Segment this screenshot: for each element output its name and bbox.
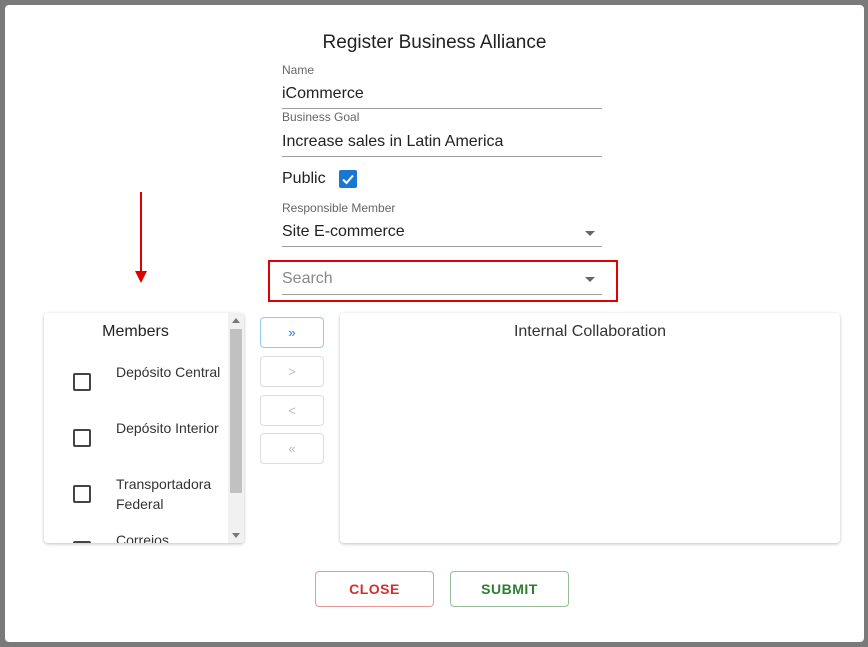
scroll-up-icon[interactable] <box>232 318 240 323</box>
annotation-arrow-head <box>135 271 147 283</box>
business-goal-value[interactable]: Increase sales in Latin America <box>282 133 503 151</box>
move-left-button[interactable]: < <box>260 395 324 426</box>
members-title: Members <box>102 323 169 340</box>
internal-collaboration-panel: Internal Collaboration <box>340 313 840 543</box>
list-item[interactable]: Correios <box>44 530 227 543</box>
chevron-down-icon[interactable] <box>585 231 595 236</box>
register-alliance-dialog: Register Business Alliance Name iCommerc… <box>5 5 864 642</box>
check-icon <box>342 174 354 185</box>
member-label: Correios <box>116 532 169 543</box>
scroll-down-icon[interactable] <box>232 533 240 538</box>
list-item[interactable]: Transportadora Federal <box>44 474 227 530</box>
member-checkbox[interactable] <box>73 373 91 391</box>
responsible-member-select[interactable]: Responsible Member Site E-commerce <box>282 199 602 249</box>
list-item[interactable]: Depósito Interior <box>44 418 227 474</box>
members-scrollbar[interactable] <box>228 313 244 543</box>
name-field[interactable]: Name iCommerce <box>282 61 602 111</box>
member-label: Depósito Interior <box>116 420 219 436</box>
responsible-member-label: Responsible Member <box>282 201 396 215</box>
member-checkbox[interactable] <box>73 429 91 447</box>
name-underline <box>282 108 602 109</box>
list-item[interactable]: Depósito Central <box>44 362 227 418</box>
internal-collaboration-title: Internal Collaboration <box>513 323 667 340</box>
public-toggle[interactable]: Public <box>282 167 602 193</box>
member-checkbox[interactable] <box>73 485 91 503</box>
move-right-button[interactable]: > <box>260 356 324 387</box>
close-button[interactable]: CLOSE <box>315 571 434 607</box>
submit-button[interactable]: SUBMIT <box>450 571 569 607</box>
annotation-highlight-box <box>268 260 618 302</box>
dialog-title: Register Business Alliance <box>322 32 547 53</box>
responsible-member-value: Site E-commerce <box>282 223 405 240</box>
move-all-right-button[interactable]: » <box>260 317 324 348</box>
name-label: Name <box>282 63 315 77</box>
annotation-arrow-line <box>140 192 142 272</box>
scroll-thumb[interactable] <box>230 329 242 493</box>
business-goal-underline <box>282 156 602 157</box>
member-label: Depósito Central <box>116 364 221 380</box>
members-list-panel: Members Depósito Central Depósito Interi… <box>44 313 244 543</box>
public-label: Public <box>282 170 326 187</box>
business-goal-label: Business Goal <box>282 110 360 124</box>
move-all-left-button[interactable]: « <box>260 433 324 464</box>
member-checkbox[interactable] <box>73 541 91 543</box>
public-checkbox[interactable] <box>339 170 357 188</box>
name-value[interactable]: iCommerce <box>282 85 364 103</box>
member-label: Transportadora Federal <box>116 476 212 512</box>
business-goal-field[interactable]: Business Goal Increase sales in Latin Am… <box>282 110 602 160</box>
responsible-member-underline <box>282 246 602 247</box>
